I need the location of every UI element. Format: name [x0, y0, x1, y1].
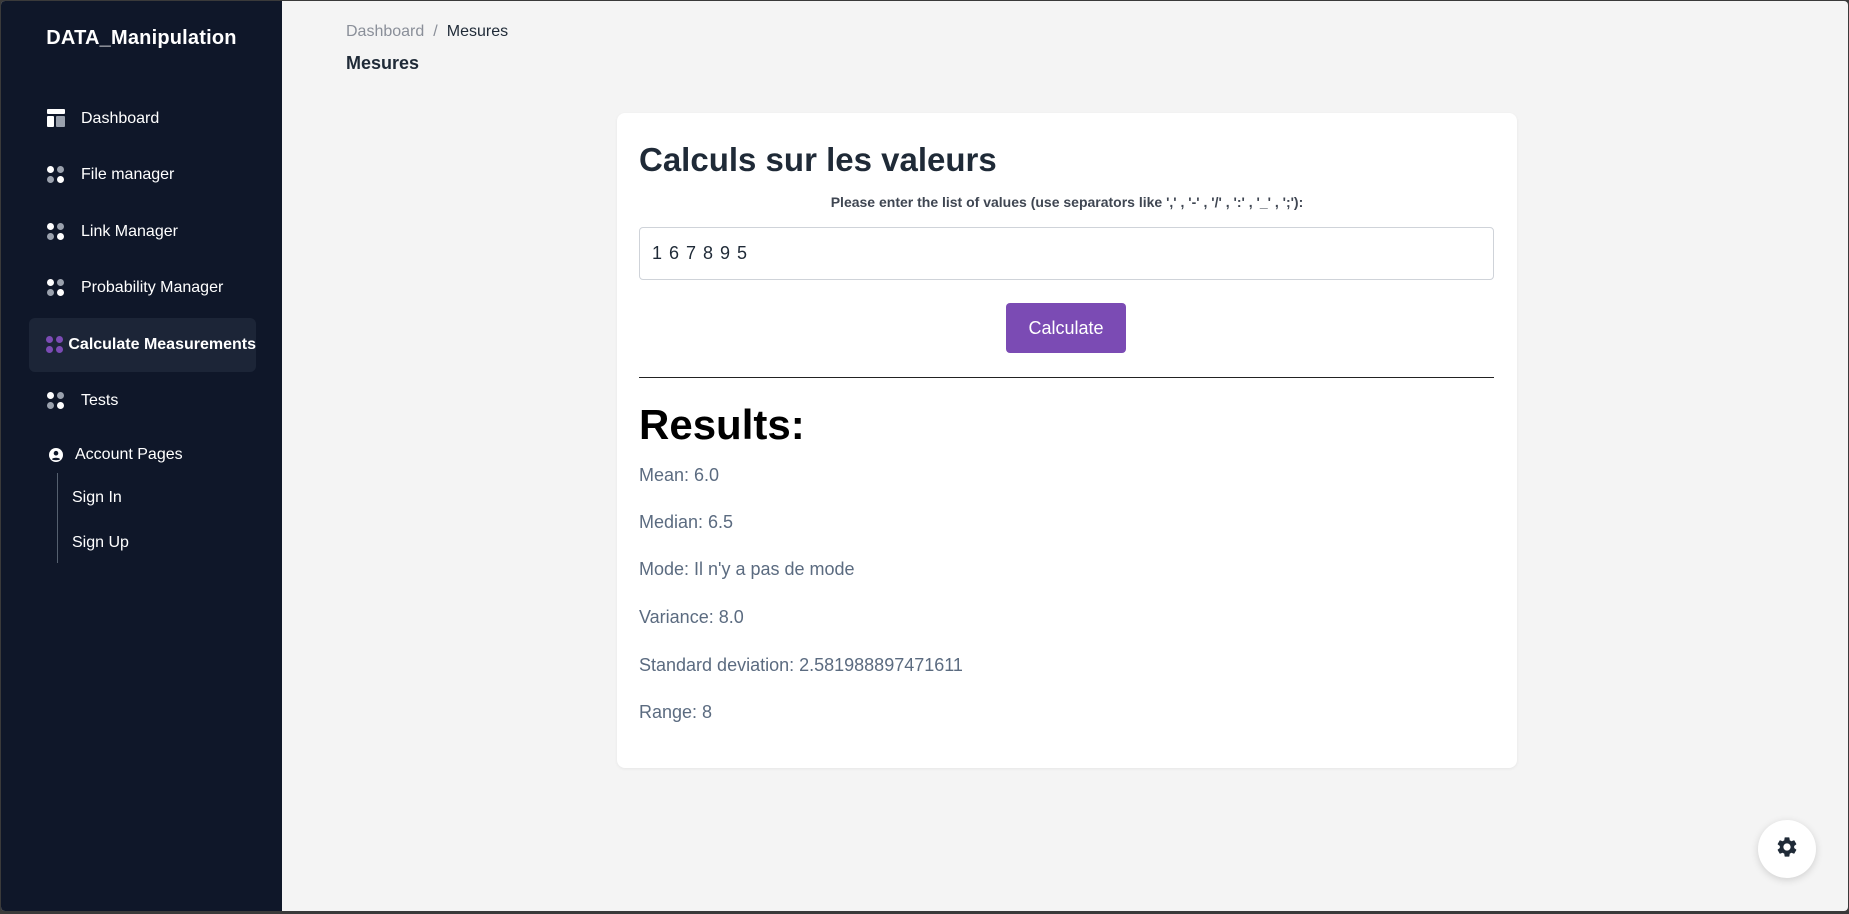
grid-icon — [47, 222, 67, 242]
breadcrumb-dashboard-link[interactable]: Dashboard — [346, 23, 424, 41]
grid-icon — [47, 391, 67, 411]
sidebar-item-label: Calculate Measurements — [68, 336, 256, 353]
account-subnav: Sign In Sign Up — [57, 473, 237, 563]
sidebar-item-dashboard[interactable]: Dashboard — [29, 92, 256, 146]
sidebar-item-tests[interactable]: Tests — [29, 374, 256, 428]
page-title: Mesures — [346, 53, 420, 73]
sidebar: DATA_Manipulation Dashboard File manager — [1, 1, 282, 911]
result-mode: Mode: Il n'y a pas de mode — [639, 559, 855, 579]
grid-icon — [47, 165, 67, 185]
breadcrumb-separator: / — [433, 23, 438, 40]
result-range: Range: 8 — [639, 702, 713, 722]
breadcrumb: Dashboard / Mesures — [346, 23, 508, 41]
sidebar-item-probability-manager[interactable]: Probability Manager — [29, 261, 256, 315]
sidebar-subitem-sign-up[interactable]: Sign Up — [72, 534, 129, 552]
gear-icon — [1775, 835, 1799, 864]
sidebar-subitem-sign-in[interactable]: Sign In — [72, 489, 122, 507]
sidebar-item-file-manager[interactable]: File manager — [29, 148, 256, 202]
results-title: Results: — [639, 401, 805, 448]
settings-button[interactable] — [1758, 820, 1816, 878]
user-circle-icon — [49, 448, 63, 462]
sidebar-item-account-pages[interactable]: Account Pages — [49, 443, 183, 467]
sidebar-item-label: File manager — [81, 166, 175, 183]
result-variance: Variance: 8.0 — [639, 607, 744, 627]
input-hint: Please enter the list of values (use sep… — [830, 194, 1304, 210]
sidebar-item-calculate-measurements[interactable]: Calculate Measurements — [29, 318, 256, 372]
card-title: Calculs sur les valeurs — [639, 141, 997, 178]
sidebar-item-label: Tests — [81, 392, 119, 409]
grid-icon — [46, 335, 63, 355]
calculate-button[interactable]: Calculate — [1006, 303, 1126, 353]
sidebar-item-label: Dashboard — [81, 110, 160, 127]
brand-title: DATA_Manipulation — [46, 27, 237, 49]
divider — [639, 377, 1494, 378]
result-median: Median: 6.5 — [639, 512, 734, 532]
grid-icon — [47, 278, 67, 298]
dashboard-icon — [47, 109, 67, 129]
result-standard-deviation: Standard deviation: 2.581988897471611 — [639, 655, 963, 675]
sidebar-item-label: Account Pages — [75, 446, 183, 463]
values-input[interactable] — [639, 227, 1494, 280]
result-mean: Mean: 6.0 — [639, 465, 720, 485]
breadcrumb-current: Mesures — [446, 23, 509, 40]
measurements-card: Calculs sur les valeurs Please enter the… — [617, 113, 1517, 768]
sidebar-item-label: Link Manager — [81, 223, 178, 240]
app-window: DATA_Manipulation Dashboard File manager — [1, 1, 1848, 911]
sidebar-item-link-manager[interactable]: Link Manager — [29, 205, 256, 259]
sidebar-item-label: Probability Manager — [81, 279, 224, 296]
